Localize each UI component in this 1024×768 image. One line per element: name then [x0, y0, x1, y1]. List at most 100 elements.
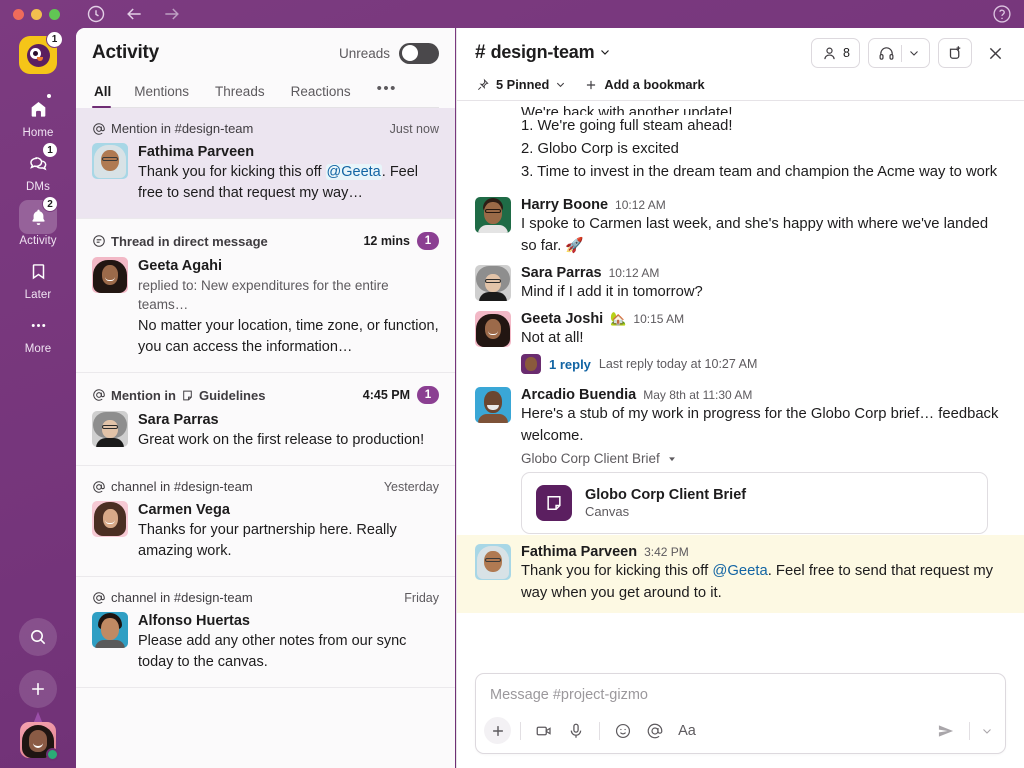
- message-author[interactable]: Fathima Parveen: [521, 544, 637, 560]
- members-count: 8: [843, 46, 850, 60]
- tab-all[interactable]: All: [92, 79, 121, 108]
- activity-author: Fathima Parveen: [138, 144, 255, 160]
- tab-mentions[interactable]: Mentions: [121, 79, 202, 107]
- huddle-button[interactable]: [868, 38, 930, 68]
- avatar[interactable]: [475, 197, 511, 233]
- tab-more-icon[interactable]: •••: [364, 75, 410, 107]
- workspace-switcher[interactable]: 1: [19, 31, 63, 74]
- avatar: [92, 411, 128, 447]
- pinned-items-button[interactable]: 5 Pinned: [476, 77, 566, 92]
- emoji-button[interactable]: [609, 718, 637, 744]
- message-text: Here's a stub of my work in progress for…: [521, 406, 999, 444]
- close-channel-button[interactable]: [980, 38, 1010, 68]
- open-in-split-button[interactable]: [938, 38, 972, 68]
- minimize-window-button[interactable]: [31, 8, 42, 20]
- thread-last-reply: Last reply today at 10:27 AM: [598, 357, 758, 371]
- message-author[interactable]: Arcadio Buendia: [521, 387, 636, 403]
- avatar[interactable]: [475, 311, 511, 347]
- activity-text: Great work on the first release to produ…: [138, 432, 425, 448]
- activity-text: Thanks for your partnership here. Really…: [138, 522, 397, 559]
- channel-view: # design-team 8 5 Pinned Add a bookmark …: [456, 28, 1024, 768]
- add-attachment-button[interactable]: [484, 717, 511, 744]
- sidebar-item-dms[interactable]: 1 DMs: [10, 142, 66, 193]
- tab-threads[interactable]: Threads: [202, 79, 278, 107]
- thread-reply-link[interactable]: 1 reply: [549, 357, 591, 372]
- avatar[interactable]: [475, 544, 511, 580]
- canvas-icon: [536, 485, 572, 521]
- at-icon: [93, 591, 105, 604]
- canvas-card-title: Globo Corp Client Brief: [585, 487, 747, 503]
- message-mention-highlight[interactable]: Fathima Parveen 3:42 PM Thank you for ki…: [457, 535, 1024, 613]
- at-icon: [647, 723, 663, 738]
- sidebar-item-activity[interactable]: 2 Activity: [10, 196, 66, 247]
- video-clip-button[interactable]: [530, 718, 558, 744]
- activity-subtitle: replied to: New expenditures for the ent…: [138, 278, 389, 312]
- activity-kind-target: Guidelines: [199, 387, 266, 403]
- message[interactable]: Harry Boone 10:12 AM I spoke to Carmen l…: [457, 190, 1024, 258]
- channel-bookmarks-bar: 5 Pinned Add a bookmark: [475, 68, 1010, 100]
- message[interactable]: Sara Parras 10:12 AM Mind if I add it in…: [457, 258, 1024, 304]
- audio-clip-button[interactable]: [562, 718, 590, 744]
- message[interactable]: Arcadio Buendia May 8th at 11:30 AM Here…: [457, 380, 1024, 535]
- add-bookmark-button[interactable]: Add a bookmark: [584, 77, 705, 92]
- channel-title-button[interactable]: # design-team: [475, 42, 611, 64]
- message-time: 10:12 AM: [608, 266, 660, 280]
- user-avatar[interactable]: [20, 711, 59, 761]
- list-item[interactable]: channel in #design-team Yesterday Carmen…: [76, 466, 455, 577]
- sidebar-item-more[interactable]: More: [10, 308, 66, 355]
- activity-text: Thank you for kicking this off @Geeta. F…: [138, 164, 419, 201]
- message-text: Mind if I add it in tomorrow?: [521, 284, 703, 300]
- canvas-preview-label[interactable]: Globo Corp Client Brief: [521, 447, 1006, 472]
- send-options-button[interactable]: [979, 718, 995, 744]
- thread-reply-row[interactable]: 1 reply Last reply today at 10:27 AM: [457, 350, 1024, 380]
- list-line: 1. We're going full steam ahead!: [521, 118, 733, 134]
- mention-button[interactable]: [641, 718, 669, 744]
- maximize-window-button[interactable]: [49, 8, 60, 20]
- tab-reactions[interactable]: Reactions: [278, 79, 364, 107]
- mention-chip[interactable]: @Geeta: [712, 563, 767, 579]
- create-new-button[interactable]: [19, 670, 57, 708]
- avatar[interactable]: [475, 387, 511, 423]
- activity-time: Friday: [404, 590, 439, 605]
- activity-text: Please add any other notes from our sync…: [138, 633, 407, 670]
- message[interactable]: Geeta Joshi 🏡 10:15 AM Not at all!: [457, 304, 1024, 350]
- canvas-card-subtitle: Canvas: [585, 504, 630, 519]
- sidebar-item-home[interactable]: Home: [10, 92, 66, 139]
- message-author[interactable]: Sara Parras: [521, 265, 602, 281]
- plus-icon: [492, 725, 503, 736]
- pinned-label: 5 Pinned: [496, 77, 550, 92]
- mention-chip[interactable]: @Geeta: [325, 164, 382, 180]
- list-item[interactable]: Mention in Guidelines 4:45 PM 1 Sara Par…: [76, 373, 455, 466]
- canvas-icon: [183, 390, 192, 400]
- sidebar-item-label: Later: [24, 289, 52, 301]
- send-icon: [938, 724, 954, 737]
- history-clock-icon[interactable]: [86, 4, 106, 24]
- message-author[interactable]: Geeta Joshi: [521, 311, 603, 327]
- sidebar-item-later[interactable]: Later: [10, 254, 66, 301]
- list-item[interactable]: Mention in #design-team Just now Fathima…: [76, 108, 455, 219]
- search-button[interactable]: [19, 618, 57, 656]
- send-message-button[interactable]: [932, 718, 960, 744]
- avatar[interactable]: [475, 265, 511, 301]
- unreads-toggle[interactable]: [399, 42, 439, 64]
- navigate-forward-icon[interactable]: [162, 4, 182, 24]
- home-unread-dot: [46, 93, 52, 99]
- help-circle-icon[interactable]: [992, 4, 1012, 24]
- message-list[interactable]: We're back with another update! 1. We're…: [457, 101, 1024, 665]
- chevron-down-icon: [557, 82, 565, 88]
- message-input[interactable]: Message #project-gizmo: [476, 674, 1005, 713]
- activity-header: Activity Unreads All Mentions Threads Re…: [76, 28, 455, 108]
- formatting-button[interactable]: Aa: [673, 718, 701, 744]
- at-icon: [93, 480, 105, 493]
- avatar: [92, 612, 128, 648]
- close-window-button[interactable]: [13, 8, 24, 20]
- list-item[interactable]: Thread in direct message 12 mins 1 Geeta…: [76, 219, 455, 373]
- page-title: Activity: [92, 42, 160, 63]
- list-item[interactable]: channel in #design-team Friday Alfonso H…: [76, 577, 455, 688]
- navigate-back-icon[interactable]: [124, 4, 144, 24]
- activity-tabs: All Mentions Threads Reactions •••: [92, 75, 439, 108]
- window-controls[interactable]: [0, 8, 60, 20]
- members-button[interactable]: 8: [811, 38, 860, 68]
- message-author[interactable]: Harry Boone: [521, 197, 608, 213]
- canvas-attachment-card[interactable]: Globo Corp Client Brief Canvas: [521, 472, 988, 534]
